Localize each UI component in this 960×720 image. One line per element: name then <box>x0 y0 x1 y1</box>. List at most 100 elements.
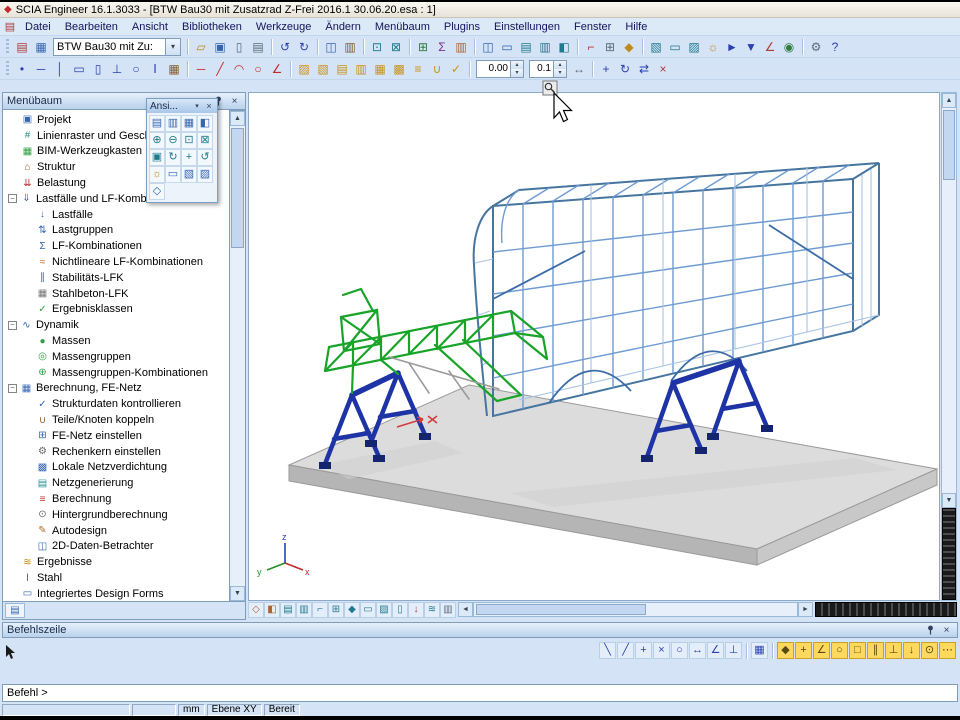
tool-button[interactable]: ▣ <box>211 38 229 56</box>
scrollbar-track[interactable] <box>473 602 798 617</box>
menu-item[interactable]: Einstellungen <box>487 19 567 35</box>
tool-button[interactable]: ◉ <box>780 38 798 56</box>
tool-button[interactable]: ▩ <box>390 60 408 78</box>
tree-item[interactable]: Σ LF-Kombinationen <box>3 238 229 254</box>
tree-expander-icon[interactable] <box>22 446 33 457</box>
tree-expander-icon[interactable] <box>7 557 18 568</box>
tree-item[interactable]: ≡ Berechnung <box>3 491 229 507</box>
tool-button[interactable]: ▨ <box>197 166 213 183</box>
tool-button[interactable]: ○ <box>831 642 848 659</box>
tool-button[interactable]: ▣ <box>149 149 165 166</box>
tool-button[interactable]: ⊥ <box>725 642 742 659</box>
scrollbar-thumb[interactable] <box>231 128 244 248</box>
dock-tab-icon[interactable]: ▤ <box>5 603 25 618</box>
tree-expander-icon[interactable] <box>7 573 18 584</box>
tool-button[interactable]: ↺ <box>197 149 213 166</box>
tree-item[interactable]: ▤ Netzgenerierung <box>3 475 229 491</box>
combobox-dropdown-icon[interactable]: ▾ <box>165 39 180 55</box>
tool-button[interactable]: ∠ <box>761 38 779 56</box>
tool-button[interactable]: Σ <box>433 38 451 56</box>
tree-expander-icon[interactable] <box>22 336 33 347</box>
tool-button[interactable]: ☼ <box>149 166 165 183</box>
tool-button[interactable]: ▭ <box>360 602 376 618</box>
viewport-hscrollbar[interactable]: ◄ ► <box>458 602 813 617</box>
scrollbar-thumb[interactable] <box>943 110 955 180</box>
menu-item[interactable]: Bibliotheken <box>175 19 249 35</box>
tool-button[interactable]: ⊞ <box>414 38 432 56</box>
tool-button[interactable]: + <box>795 642 812 659</box>
tool-button[interactable]: + <box>181 149 197 166</box>
menu-item[interactable]: Ansicht <box>125 19 175 35</box>
close-icon[interactable]: × <box>940 624 953 637</box>
tool-button[interactable]: ▯ <box>230 38 248 56</box>
tool-button[interactable]: ↓ <box>408 602 424 618</box>
tree-expander-icon[interactable] <box>22 478 33 489</box>
tree-expander-icon[interactable] <box>22 462 33 473</box>
tool-button[interactable]: × <box>654 60 672 78</box>
tool-button[interactable]: ☼ <box>704 38 722 56</box>
tool-button[interactable]: ▥ <box>452 38 470 56</box>
tool-button[interactable]: ⌐ <box>312 602 328 618</box>
tool-button[interactable]: ▤ <box>280 602 296 618</box>
spin-up-icon[interactable]: ▴ <box>554 61 566 69</box>
tool-button[interactable]: ▤ <box>249 38 267 56</box>
tool-button[interactable]: ↔ <box>689 642 706 659</box>
step-value-input[interactable]: 0.1 ▴▾ <box>529 60 567 78</box>
tool-button[interactable]: ▥ <box>165 115 181 132</box>
tool-button[interactable]: ▧ <box>647 38 665 56</box>
spinner-buttons[interactable]: ▴▾ <box>553 61 566 77</box>
tree-expander-icon[interactable] <box>7 146 18 157</box>
zoom-scroll-bar-horizontal[interactable] <box>815 602 957 617</box>
tree-expander-icon[interactable] <box>22 241 33 252</box>
tool-button[interactable]: ◆ <box>344 602 360 618</box>
tool-button[interactable]: ▦ <box>181 115 197 132</box>
tool-button[interactable]: ⋯ <box>939 642 956 659</box>
tool-button[interactable]: ▨ <box>685 38 703 56</box>
menu-item[interactable]: Bearbeiten <box>58 19 125 35</box>
status-units[interactable]: mm <box>178 704 205 716</box>
tree-expander-icon[interactable] <box>22 272 33 283</box>
tree-expander-icon[interactable] <box>22 525 33 536</box>
tool-button[interactable]: ▼ <box>742 38 760 56</box>
tool-button[interactable]: ↻ <box>616 60 634 78</box>
tool-button[interactable]: ⊕ <box>149 132 165 149</box>
tool-button[interactable]: ▤ <box>517 38 535 56</box>
tool-button[interactable]: ⊙ <box>921 642 938 659</box>
tool-button[interactable]: ↓ <box>903 642 920 659</box>
tree-item[interactable]: ▭ Integriertes Design Forms <box>3 586 229 602</box>
tree-item[interactable]: Ⅰ Stahl <box>3 570 229 586</box>
tree-expander-icon[interactable] <box>22 494 33 505</box>
viewport-vscrollbar[interactable]: ▲ ▼ <box>941 92 957 601</box>
menu-item[interactable]: Datei <box>18 19 58 35</box>
tree-expander-icon[interactable] <box>7 178 18 189</box>
tool-button[interactable]: ◧ <box>197 115 213 132</box>
tool-button[interactable]: ◆ <box>777 642 794 659</box>
tool-button[interactable]: ▨ <box>295 60 313 78</box>
tree-item[interactable]: ↓ Lastfälle <box>3 207 229 223</box>
tool-button[interactable]: ⊡ <box>181 132 197 149</box>
tool-button[interactable]: □ <box>849 642 866 659</box>
command-panel-header[interactable]: Befehlszeile × <box>2 622 958 638</box>
tool-button[interactable]: ⊠ <box>387 38 405 56</box>
scroll-left-icon[interactable]: ◄ <box>458 602 473 617</box>
tool-button[interactable]: ◇ <box>149 183 165 200</box>
tool-button[interactable]: ▥ <box>341 38 359 56</box>
tree-item[interactable]: ∪ Teile/Knoten koppeln <box>3 412 229 428</box>
tree-expander-icon[interactable] <box>22 288 33 299</box>
tool-button[interactable]: ↔ <box>570 60 588 78</box>
3d-viewport[interactable]: x y z <box>248 92 940 601</box>
tree-expander-icon[interactable] <box>22 399 33 410</box>
tool-button[interactable]: ▭ <box>70 60 88 78</box>
tool-button[interactable]: ► <box>723 38 741 56</box>
menu-item[interactable]: Menübaum <box>368 19 437 35</box>
tree-item[interactable]: ✓ Ergebnisklassen <box>3 302 229 318</box>
tool-button[interactable]: ↻ <box>165 149 181 166</box>
tree-expander-icon[interactable]: − <box>8 194 17 203</box>
tree-item[interactable]: ▦ Stahlbeton-LFK <box>3 286 229 302</box>
tool-button[interactable]: ∠ <box>707 642 724 659</box>
tool-button[interactable]: ─ <box>192 60 210 78</box>
tool-button[interactable]: ◠ <box>230 60 248 78</box>
tool-button[interactable]: ✓ <box>447 60 465 78</box>
tool-button[interactable]: • <box>13 60 31 78</box>
tree-item[interactable]: ✓ Strukturdaten kontrollieren <box>3 396 229 412</box>
